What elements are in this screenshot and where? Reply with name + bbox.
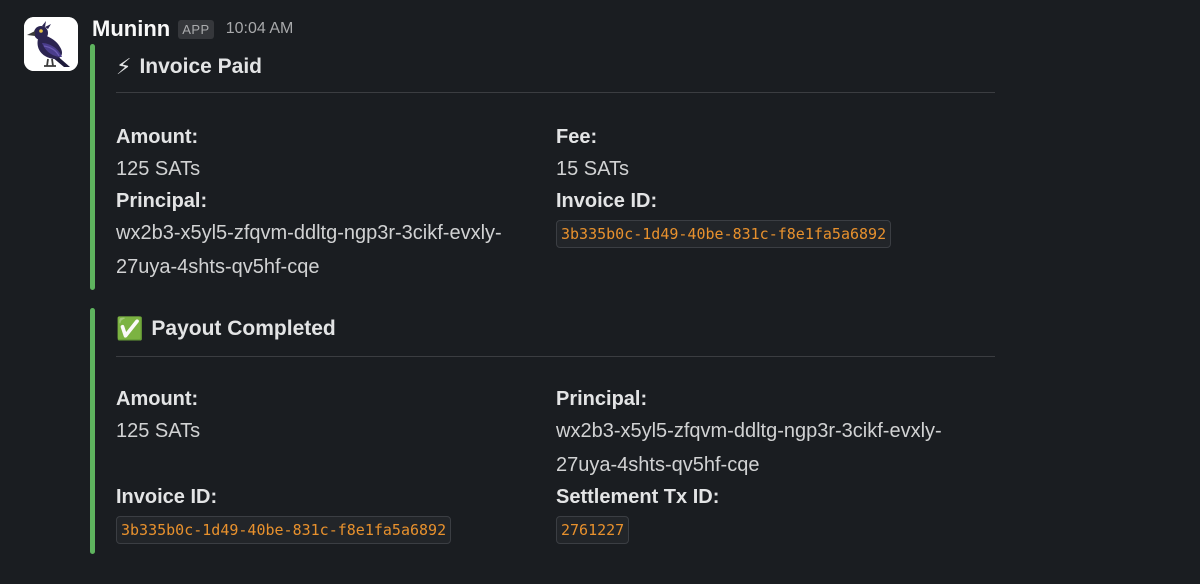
field-value: 125 SATs	[116, 158, 201, 180]
field-label: Invoice ID:	[556, 190, 658, 212]
chat-message: Muninn APP 10:04 AM ⚡ Invoice Paid Amoun…	[0, 0, 1200, 584]
field-label: Principal:	[116, 190, 208, 212]
field-value: wx2b3-x5yl5-zfqvm-ddltg-ngp3r-3cikf-evxl…	[556, 420, 942, 476]
field-fee: Fee: 15 SATs	[556, 122, 976, 186]
sender-name[interactable]: Muninn	[92, 16, 170, 42]
attachment-color-bar	[90, 44, 95, 290]
invoice-id-code[interactable]: 3b335b0c-1d49-40be-831c-f8e1fa5a6892	[556, 220, 892, 248]
check-mark-icon: ✅	[116, 316, 144, 341]
field-label: Amount:	[116, 126, 199, 148]
invoice-id-code[interactable]: 3b335b0c-1d49-40be-831c-f8e1fa5a6892	[116, 516, 452, 544]
field-settlement-tx-id: Settlement Tx ID: 2761227	[556, 482, 976, 544]
avatar[interactable]	[24, 17, 78, 71]
field-label: Amount:	[116, 388, 199, 410]
attachment-title-text: Invoice Paid	[139, 55, 262, 78]
field-label: Fee:	[556, 126, 598, 148]
field-principal: Principal: wx2b3-x5yl5-zfqvm-ddltg-ngp3r…	[556, 384, 966, 482]
field-label: Principal:	[556, 388, 648, 410]
divider	[116, 92, 995, 93]
message-timestamp[interactable]: 10:04 AM	[226, 20, 294, 38]
attachment-color-bar	[90, 308, 95, 554]
field-principal: Principal: wx2b3-x5yl5-zfqvm-ddltg-ngp3r…	[116, 186, 526, 284]
lightning-icon: ⚡	[116, 54, 132, 79]
attachment-title: ⚡ Invoice Paid	[116, 52, 262, 82]
message-header: Muninn APP 10:04 AM	[92, 14, 293, 44]
field-value: 15 SATs	[556, 158, 629, 180]
field-label: Settlement Tx ID:	[556, 486, 720, 508]
field-invoice-id: Invoice ID: 3b335b0c-1d49-40be-831c-f8e1…	[556, 186, 976, 248]
field-amount: Amount: 125 SATs	[116, 122, 536, 186]
app-badge: APP	[178, 19, 214, 39]
settlement-tx-id-code[interactable]: 2761227	[556, 516, 630, 544]
field-value: wx2b3-x5yl5-zfqvm-ddltg-ngp3r-3cikf-evxl…	[116, 222, 502, 278]
attachment-payout-completed: ✅ Payout Completed Amount: 125 SATs Prin…	[90, 308, 1010, 554]
attachment-title-text: Payout Completed	[151, 317, 336, 340]
attachment-title: ✅ Payout Completed	[116, 314, 336, 344]
field-invoice-id: Invoice ID: 3b335b0c-1d49-40be-831c-f8e1…	[116, 482, 536, 544]
field-amount: Amount: 125 SATs	[116, 384, 536, 448]
divider	[116, 356, 995, 357]
raven-icon	[24, 17, 78, 71]
field-value: 125 SATs	[116, 420, 201, 442]
attachment-invoice-paid: ⚡ Invoice Paid Amount: 125 SATs Fee: 15 …	[90, 44, 1010, 290]
field-label: Invoice ID:	[116, 486, 218, 508]
